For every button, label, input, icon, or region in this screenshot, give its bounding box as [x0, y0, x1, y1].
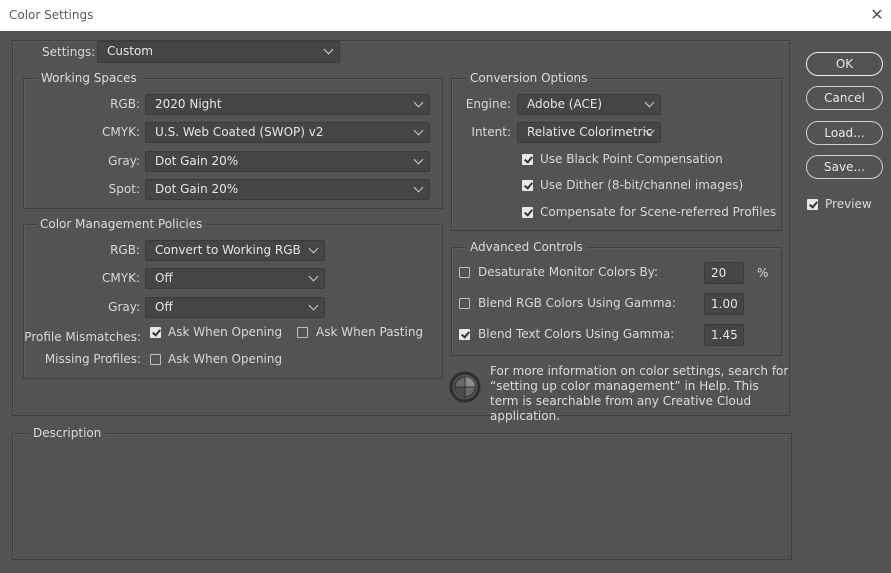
working-spaces-title: Working Spaces [37, 71, 141, 85]
scene-referred-checkbox[interactable] [522, 207, 533, 218]
conversion-title: Conversion Options [466, 71, 592, 85]
ws-cmyk-select[interactable]: U.S. Web Coated (SWOP) v2 [145, 122, 430, 143]
missing-ask-opening-label: Ask When Opening [168, 352, 283, 366]
ask-pasting-label: Ask When Pasting [316, 325, 424, 339]
chevron-down-icon [308, 243, 319, 254]
ws-rgb-label: RGB: [110, 97, 140, 111]
blend-rgb-input[interactable]: 1.00 [704, 293, 744, 315]
desaturate-label: Desaturate Monitor Colors By: [478, 265, 659, 279]
black-point-checkbox[interactable] [522, 154, 533, 165]
cancel-button[interactable]: Cancel [806, 86, 883, 110]
pol-cmyk-select[interactable]: Off [145, 268, 325, 289]
description-title: Description [29, 426, 106, 440]
help-info-text: For more information on color settings, … [490, 364, 789, 423]
intent-label: Intent: [471, 125, 511, 139]
engine-value: Adobe (ACE) [527, 97, 603, 111]
pol-cmyk-value: Off [155, 271, 173, 285]
ask-pasting-checkbox[interactable] [297, 327, 308, 338]
chevron-down-icon [323, 44, 334, 55]
ws-spot-label: Spot: [108, 182, 140, 196]
title-bar: Color Settings ✕ [0, 0, 891, 31]
pol-gray-label: Gray: [108, 300, 140, 314]
black-point-label: Use Black Point Compensation [540, 152, 723, 166]
profile-mismatches-label: Profile Mismatches: [24, 330, 141, 344]
ws-spot-value: Dot Gain 20% [155, 182, 239, 196]
ws-cmyk-value: U.S. Web Coated (SWOP) v2 [155, 125, 324, 139]
ws-rgb-value: 2020 Night [155, 97, 222, 111]
color-management-icon [449, 371, 481, 403]
advanced-title: Advanced Controls [466, 240, 587, 254]
pol-rgb-select[interactable]: Convert to Working RGB [145, 240, 325, 261]
dither-checkbox[interactable] [522, 180, 533, 191]
settings-select[interactable]: Custom [97, 41, 340, 63]
ok-button[interactable]: OK [806, 52, 883, 76]
preview-checkbox[interactable] [807, 199, 818, 210]
chevron-down-icon [413, 182, 424, 193]
ws-cmyk-label: CMYK: [102, 125, 140, 139]
blend-text-input[interactable]: 1.45 [704, 324, 744, 346]
ask-opening-label: Ask When Opening [168, 325, 283, 339]
description-group [12, 433, 792, 560]
blend-rgb-label: Blend RGB Colors Using Gamma: [478, 296, 676, 310]
pol-gray-select[interactable]: Off [145, 297, 325, 318]
window-title: Color Settings [9, 8, 94, 22]
chevron-down-icon [413, 97, 424, 108]
engine-select[interactable]: Adobe (ACE) [517, 94, 661, 115]
pol-rgb-value: Convert to Working RGB [155, 243, 301, 257]
close-icon[interactable]: ✕ [867, 5, 887, 25]
settings-value: Custom [107, 44, 153, 58]
chevron-down-icon [308, 271, 319, 282]
missing-ask-opening-checkbox[interactable] [150, 354, 161, 365]
chevron-down-icon [413, 154, 424, 165]
pol-rgb-label: RGB: [110, 243, 140, 257]
intent-select[interactable]: Relative Colorimetric [517, 122, 661, 143]
settings-label: Settings: [42, 45, 96, 59]
ws-rgb-select[interactable]: 2020 Night [145, 94, 430, 115]
policies-title: Color Management Policies [36, 217, 207, 231]
scene-referred-label: Compensate for Scene-referred Profiles [540, 205, 777, 219]
chevron-down-icon [308, 300, 319, 311]
desaturate-checkbox[interactable] [459, 267, 470, 278]
ws-spot-select[interactable]: Dot Gain 20% [145, 179, 430, 200]
ask-opening-checkbox[interactable] [150, 327, 161, 338]
ws-gray-label: Gray: [108, 154, 140, 168]
save-button[interactable]: Save... [806, 155, 883, 179]
missing-profiles-label: Missing Profiles: [44, 352, 141, 366]
preview-label: Preview [825, 197, 872, 211]
intent-value: Relative Colorimetric [527, 125, 653, 139]
engine-label: Engine: [465, 97, 511, 111]
load-button[interactable]: Load... [806, 121, 883, 145]
pol-cmyk-label: CMYK: [102, 271, 140, 285]
desaturate-unit: % [757, 266, 769, 280]
pol-gray-value: Off [155, 300, 173, 314]
blend-rgb-checkbox[interactable] [459, 298, 470, 309]
blend-text-checkbox[interactable] [459, 329, 470, 340]
chevron-down-icon [413, 125, 424, 136]
ws-gray-value: Dot Gain 20% [155, 154, 239, 168]
blend-text-label: Blend Text Colors Using Gamma: [478, 327, 675, 341]
dither-label: Use Dither (8-bit/channel images) [540, 178, 744, 192]
chevron-down-icon [644, 97, 655, 108]
desaturate-input[interactable]: 20 [704, 262, 744, 284]
ws-gray-select[interactable]: Dot Gain 20% [145, 151, 430, 172]
